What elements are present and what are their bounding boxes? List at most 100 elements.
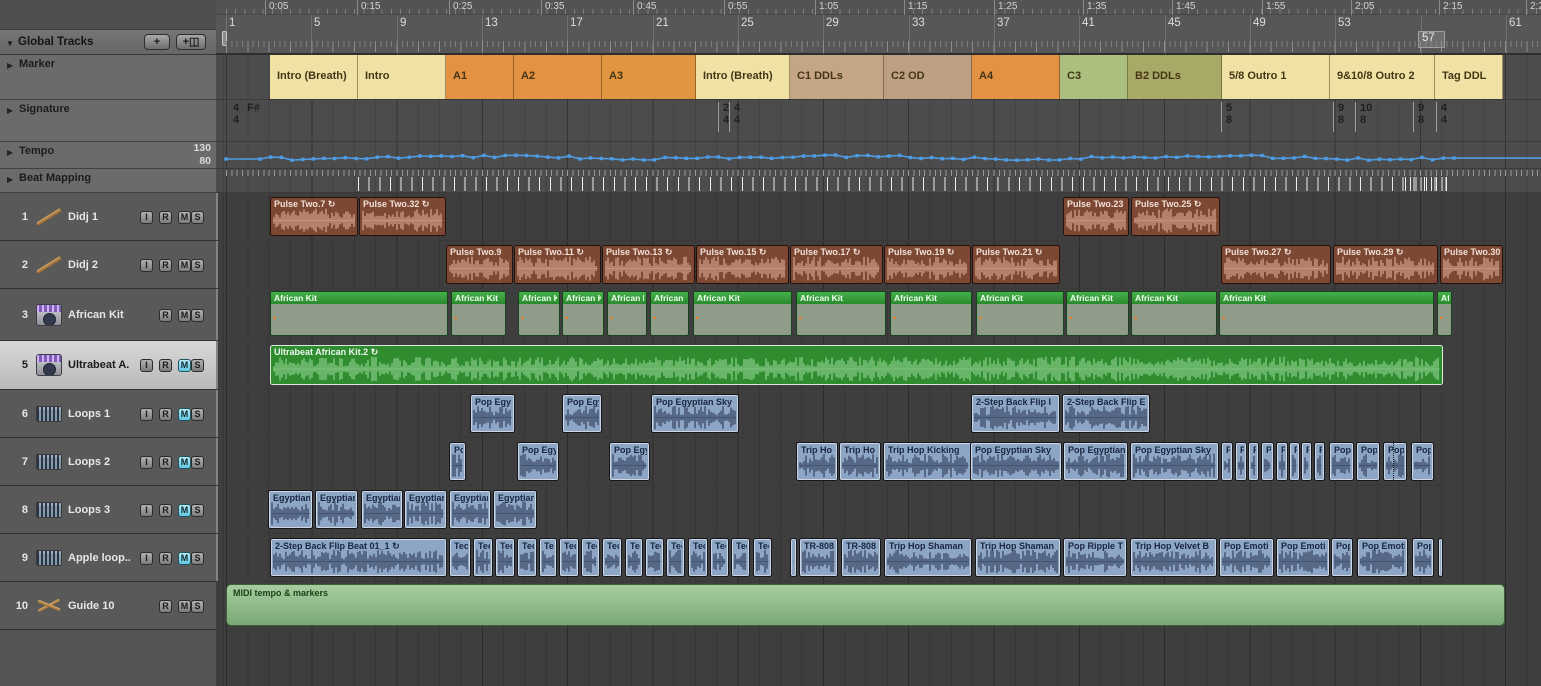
audio-region[interactable]: Tec [625, 538, 643, 577]
audio-region[interactable]: 2-Step Back Flip Beat 01_1 ↻ [270, 538, 447, 577]
input-monitor-button[interactable]: I [140, 259, 153, 272]
input-monitor-button[interactable]: I [140, 456, 153, 469]
track-name[interactable]: Apple loop... [68, 534, 130, 581]
audio-region[interactable]: Trip Ho [796, 442, 838, 481]
audio-region[interactable]: Pulse Two.21 ↻ [972, 245, 1060, 284]
audio-waveform-icon[interactable] [34, 534, 64, 581]
marker-region[interactable]: C2 OD [884, 55, 972, 99]
audio-region[interactable]: Egyptian [404, 490, 447, 529]
audio-region[interactable]: Pulse Two.15 ↻ [696, 245, 789, 284]
tempo-lane[interactable] [216, 142, 1541, 169]
midi-region[interactable]: African Kit [1131, 291, 1217, 336]
midi-region[interactable]: African Kit [607, 291, 647, 336]
track-name[interactable]: Guide 10 [68, 582, 130, 629]
track-header-3[interactable]: 3African KitRMS [0, 289, 216, 341]
audio-region[interactable]: Pop Emoti [1219, 538, 1274, 577]
audio-region[interactable]: Egyptian [449, 490, 491, 529]
track-lane-5[interactable]: Ultrabeat African Kit.2 ↻ [216, 341, 1541, 390]
audio-region[interactable]: Pop [1329, 442, 1354, 481]
time-signature-event[interactable]: 4 4 [729, 102, 740, 132]
audio-region[interactable]: P [1314, 442, 1325, 481]
input-monitor-button[interactable]: I [140, 552, 153, 565]
track-header-9[interactable]: 9Apple loop...IRMS [0, 534, 216, 582]
disclosure-triangle-icon[interactable]: ▶ [7, 106, 13, 115]
audio-region[interactable]: Tec [559, 538, 579, 577]
track-name[interactable]: Ultrabeat A... [68, 341, 130, 389]
midi-region[interactable]: African Kit [562, 291, 604, 336]
midi-region[interactable]: African Kit [650, 291, 689, 336]
input-monitor-button[interactable]: I [140, 504, 153, 517]
audio-region[interactable]: 2-Step Back Flip E [1062, 394, 1150, 433]
audio-region[interactable]: Pulse Two.30 [1440, 245, 1503, 284]
audio-region[interactable]: Tec [602, 538, 622, 577]
audio-region[interactable]: Pulse Two.32 ↻ [359, 197, 446, 236]
mute-button[interactable]: M [178, 259, 191, 272]
marker-region[interactable]: C3 [1060, 55, 1128, 99]
track-header-8[interactable]: 8Loops 3IRMS [0, 486, 216, 534]
audio-region[interactable]: Tec [645, 538, 664, 577]
audio-region[interactable]: Pulse Two.9 [446, 245, 513, 284]
audio-region[interactable]: TR-808 [799, 538, 838, 577]
track-name[interactable]: Loops 2 [68, 438, 130, 485]
track-lane-8[interactable]: EgyptianEgyptianEgyptianEgyptianEgyptian… [216, 486, 1541, 534]
audio-region[interactable]: Tec [710, 538, 729, 577]
audio-region[interactable]: Egyptian [315, 490, 358, 529]
audio-region[interactable]: Tec [539, 538, 557, 577]
audio-region[interactable]: P [1301, 442, 1312, 481]
marker-region[interactable]: Intro [358, 55, 446, 99]
drum-machine-icon[interactable] [34, 289, 64, 340]
tempo-curve[interactable] [216, 142, 1541, 169]
audio-waveform-icon[interactable] [34, 486, 64, 533]
audio-region[interactable]: Trip Ho [839, 442, 881, 481]
marker-region[interactable]: 9&10/8 Outro 2 [1330, 55, 1435, 99]
marker-region[interactable]: C1 DDLs [790, 55, 884, 99]
audio-region[interactable]: P [1261, 442, 1274, 481]
audio-region[interactable]: Tec [731, 538, 750, 577]
audio-region[interactable]: Pulse Two.11 ↻ [514, 245, 601, 284]
empty-lane-area[interactable] [216, 630, 1541, 686]
audio-region[interactable]: Pop Egy [609, 442, 650, 481]
audio-region[interactable]: Pop Egyptian Sky [1130, 442, 1219, 481]
mute-button[interactable]: M [178, 211, 191, 224]
audio-region[interactable]: Pulse Two.25 ↻ [1131, 197, 1220, 236]
record-enable-button[interactable]: R [159, 456, 172, 469]
midi-region[interactable]: African Kit [796, 291, 886, 336]
time-signature-event[interactable]: 9 8 [1333, 102, 1344, 132]
record-enable-button[interactable]: R [159, 309, 172, 322]
time-signature-event[interactable]: 9 8 [1413, 102, 1424, 132]
arrange-timeline[interactable]: 0:050:150:250:350:450:551:051:151:251:35… [216, 0, 1541, 686]
track-header-6[interactable]: 6Loops 1IRMS [0, 390, 216, 438]
mute-button[interactable]: M [178, 456, 191, 469]
audio-region[interactable]: P [1289, 442, 1300, 481]
audio-region[interactable]: Pop Egyptian Sky [970, 442, 1062, 481]
audio-region[interactable]: Pop [1331, 538, 1353, 577]
marker-lane[interactable]: Intro (Breath)IntroA1A2A3Intro (Breath)C… [216, 55, 1541, 100]
track-lane-10[interactable]: MIDI tempo & markers [216, 582, 1541, 630]
audio-region[interactable]: 2-Step Back Flip I [971, 394, 1060, 433]
solo-button[interactable]: S [191, 504, 204, 517]
marker-region[interactable]: Tag DDL [1435, 55, 1503, 99]
marker-region[interactable]: A2 [514, 55, 602, 99]
global-row-tempo[interactable]: ▶Tempo13080 [0, 142, 216, 169]
record-enable-button[interactable]: R [159, 259, 172, 272]
solo-button[interactable]: S [191, 552, 204, 565]
audio-waveform-icon[interactable] [34, 390, 64, 437]
record-enable-button[interactable]: R [159, 504, 172, 517]
input-monitor-button[interactable]: I [140, 211, 153, 224]
record-enable-button[interactable]: R [159, 600, 172, 613]
audio-region[interactable]: Egyptian [268, 490, 313, 529]
track-lane-6[interactable]: Pop EgyPop EgyPop Egyptian Sky2-Step Bac… [216, 390, 1541, 438]
marker-region[interactable]: Intro (Breath) [270, 55, 358, 99]
audio-region[interactable]: Pop Egyptian Sky [651, 394, 739, 433]
track-name[interactable]: African Kit [68, 289, 130, 340]
record-enable-button[interactable]: R [159, 359, 172, 372]
track-name[interactable]: Loops 3 [68, 486, 130, 533]
drumsticks-icon[interactable] [34, 582, 64, 629]
mute-button[interactable]: M [178, 359, 191, 372]
audio-region[interactable]: Pulse Two.29 ↻ [1333, 245, 1438, 284]
audio-region[interactable]: Trip Hop Velvet B [1130, 538, 1217, 577]
solo-button[interactable]: S [191, 259, 204, 272]
disclosure-triangle-icon[interactable]: ▶ [7, 148, 13, 157]
marker-region[interactable]: Intro (Breath) [696, 55, 790, 99]
mute-button[interactable]: M [178, 600, 191, 613]
